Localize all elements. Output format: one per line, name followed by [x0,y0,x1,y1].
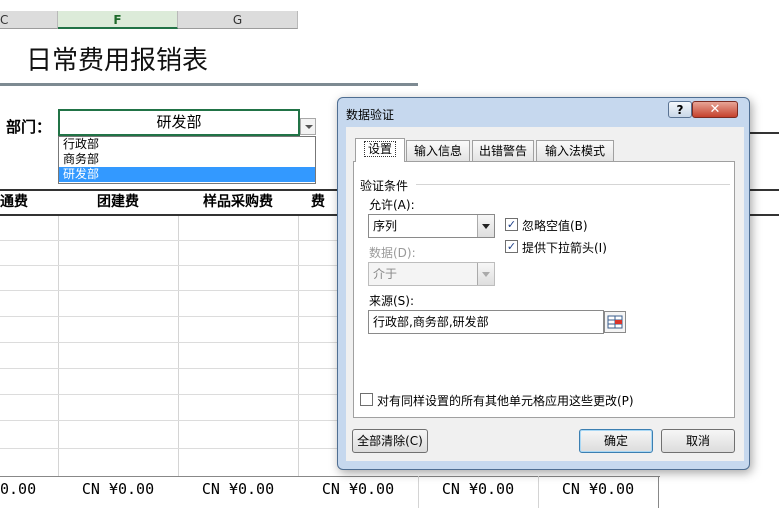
source-input[interactable]: 行政部,商务部,研发部 [368,310,604,334]
sheet-title: 日常费用报销表 [26,46,209,76]
sheet-border-line [750,132,779,134]
total-amount[interactable]: CN ¥0.00 [418,480,538,498]
apply-all-label[interactable]: 对有同样设置的所有其他单元格应用这些更改(P) [377,392,634,409]
help-icon: ? [676,103,684,117]
dropdown-option-selected[interactable]: 研发部 [59,167,315,182]
close-icon: ✕ [709,102,721,117]
allow-label: 允许(A): [369,198,415,212]
tab-ime-mode[interactable]: 输入法模式 [536,140,614,161]
check-icon: ✓ [506,240,517,253]
department-label: 部门： [6,118,52,136]
dropdown-option[interactable]: 商务部 [59,152,315,167]
data-label: 数据(D): [369,246,416,260]
tab-settings[interactable]: 设置 [355,138,405,162]
cell-dropdown-list[interactable]: 行政部 商务部 研发部 [58,136,316,184]
tab-label: 输入信息 [413,144,462,158]
allow-select-value: 序列 [373,219,398,233]
apply-all-checkbox[interactable] [360,393,373,406]
help-button[interactable]: ? [668,101,692,118]
department-cell[interactable]: 研发部 [58,109,300,136]
grid-line [178,216,179,476]
tab-error-alert[interactable]: 出错警告 [472,140,534,161]
column-header-label: C [0,13,9,27]
cell-dropdown-button[interactable] [300,118,316,135]
ignore-blank-label[interactable]: 忽略空值(B) [522,217,588,234]
ignore-blank-checkbox[interactable]: ✓ [505,218,518,231]
grid-line [58,216,59,476]
total-amount[interactable]: CN ¥0.00 [178,480,298,498]
chevron-down-icon [477,263,494,285]
dialog-title: 数据验证 [346,108,395,122]
dropdown-arrow-label[interactable]: 提供下拉箭头(I) [522,239,607,256]
column-header-c[interactable]: C [0,11,58,29]
validation-criteria-label: 验证条件 [360,179,409,193]
tab-label: 输入法模式 [544,144,605,158]
check-icon: ✓ [506,218,517,231]
cancel-button[interactable]: 取消 [661,429,735,453]
tab-label: 出错警告 [478,144,527,158]
tab-label: 设置 [363,141,396,157]
table-header-cell: 通费 [0,194,28,210]
table-header-cell: 团建费 [97,194,139,210]
dropdown-arrow-checkbox[interactable]: ✓ [505,240,518,253]
clear-all-button[interactable]: 全部清除(C) [352,429,428,453]
total-amount[interactable]: 0.00 [0,480,44,498]
data-select-value: 介于 [373,267,398,281]
total-amount[interactable]: CN ¥0.00 [538,480,658,498]
ok-button[interactable]: 确定 [579,429,653,453]
total-amount[interactable]: CN ¥0.00 [298,480,418,498]
table-header-cell: 费 [311,194,325,210]
close-button[interactable]: ✕ [692,101,738,118]
data-validation-dialog: 数据验证 ? ✕ 设置 输入信息 出错警告 输入法模式 验证条件 允许(A): … [337,97,750,470]
column-header-g[interactable]: G [178,11,298,29]
grid-line [298,216,299,476]
title-underline [0,83,418,86]
allow-select[interactable]: 序列 [368,214,495,238]
total-amount[interactable]: CN ¥0.00 [58,480,178,498]
grid-line [658,476,659,508]
column-header-label: G [232,13,243,27]
data-select: 介于 [368,262,495,286]
tab-input-message[interactable]: 输入信息 [406,140,470,161]
group-divider [416,184,730,185]
column-header-f[interactable]: F [58,11,178,29]
dropdown-option[interactable]: 行政部 [59,137,315,152]
table-header-cell: 样品采购费 [203,194,273,210]
range-picker-icon [607,315,623,329]
source-label: 来源(S): [369,294,415,308]
chevron-down-icon[interactable] [477,215,494,237]
range-select-button[interactable] [604,311,626,333]
column-header-label: F [113,13,122,27]
